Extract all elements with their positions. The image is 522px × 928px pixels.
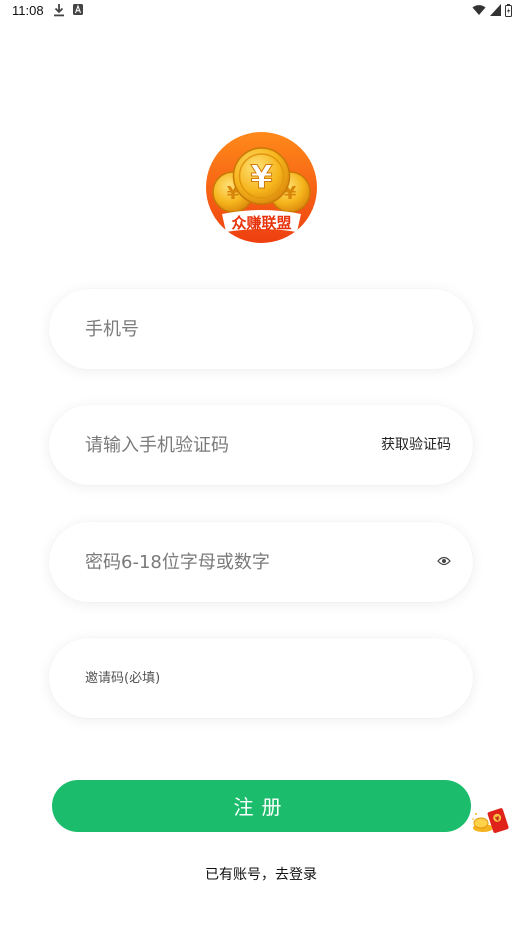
status-bar: 11:08 xyxy=(0,0,522,22)
logo-brand-text: 众赚联盟 xyxy=(231,214,291,232)
wifi-icon xyxy=(472,5,486,15)
invite-code-input[interactable] xyxy=(85,638,365,718)
status-indicators xyxy=(472,3,512,17)
register-page: 11:08 ¥ ¥ ¥ 众赚联盟 手机号 请输入手机验证码 获取验证码 邀请码(… xyxy=(0,0,522,928)
app-logo: ¥ ¥ ¥ 众赚联盟 xyxy=(206,132,317,243)
verification-code-input[interactable] xyxy=(85,405,365,485)
red-packet-icon[interactable]: ¥ xyxy=(470,806,512,834)
invite-code-card xyxy=(49,638,473,718)
phone-field-card xyxy=(49,289,473,369)
password-field-card xyxy=(49,522,473,602)
phone-input[interactable] xyxy=(85,289,365,369)
signal-icon xyxy=(490,4,501,16)
register-button[interactable]: 注册 xyxy=(52,780,471,832)
get-code-button[interactable]: 获取验证码 xyxy=(381,405,451,485)
status-time: 11:08 xyxy=(12,3,44,18)
download-icon xyxy=(54,4,64,17)
svg-text:¥: ¥ xyxy=(250,158,272,196)
go-login-link[interactable]: 已有账号，去登录 xyxy=(0,864,522,884)
app-notification-icon xyxy=(73,4,83,15)
battery-icon xyxy=(505,3,512,17)
eye-icon[interactable] xyxy=(437,555,451,567)
verification-code-card: 获取验证码 xyxy=(49,405,473,485)
password-input[interactable] xyxy=(85,522,365,602)
